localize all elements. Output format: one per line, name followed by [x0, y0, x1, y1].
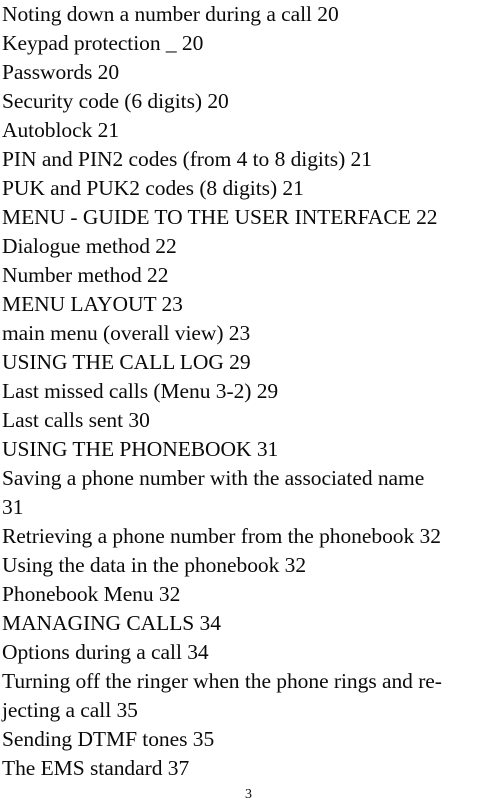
toc-entry[interactable]: Keypad protection _ 20 — [2, 29, 503, 58]
toc-entry[interactable]: Using the data in the phonebook 32 — [2, 551, 503, 580]
toc-entry[interactable]: jecting a call 35 — [2, 696, 503, 725]
document-page: Noting down a number during a call 20 Key… — [0, 0, 503, 808]
toc-entry[interactable]: Turning off the ringer when the phone ri… — [2, 667, 503, 696]
table-of-contents-list: Noting down a number during a call 20 Key… — [2, 0, 503, 783]
toc-entry[interactable]: PUK and PUK2 codes (8 digits) 21 — [2, 174, 503, 203]
toc-entry[interactable]: Retrieving a phone number from the phone… — [2, 522, 503, 551]
toc-entry[interactable]: USING THE CALL LOG 29 — [2, 348, 503, 377]
toc-entry[interactable]: MENU LAYOUT 23 — [2, 290, 503, 319]
toc-entry[interactable]: The EMS standard 37 — [2, 754, 503, 783]
toc-entry[interactable]: Saving a phone number with the associate… — [2, 464, 503, 493]
toc-entry[interactable]: MENU - GUIDE TO THE USER INTERFACE 22 — [2, 203, 503, 232]
toc-entry[interactable]: Phonebook Menu 32 — [2, 580, 503, 609]
toc-entry[interactable]: PIN and PIN2 codes (from 4 to 8 digits) … — [2, 145, 503, 174]
toc-entry[interactable]: Last missed calls (Menu 3-2) 29 — [2, 377, 503, 406]
page-number: 3 — [245, 787, 252, 802]
toc-entry[interactable]: Security code (6 digits) 20 — [2, 87, 503, 116]
toc-entry[interactable]: Options during a call 34 — [2, 638, 503, 667]
toc-entry[interactable]: 31 — [2, 493, 503, 522]
toc-entry[interactable]: Autoblock 21 — [2, 116, 503, 145]
toc-entry[interactable]: Number method 22 — [2, 261, 503, 290]
toc-entry[interactable]: Dialogue method 22 — [2, 232, 503, 261]
toc-entry[interactable]: Sending DTMF tones 35 — [2, 725, 503, 754]
toc-entry[interactable]: USING THE PHONEBOOK 31 — [2, 435, 503, 464]
toc-entry[interactable]: main menu (overall view) 23 — [2, 319, 503, 348]
toc-entry[interactable]: Noting down a number during a call 20 — [2, 0, 503, 29]
toc-entry[interactable]: MANAGING CALLS 34 — [2, 609, 503, 638]
toc-entry[interactable]: Passwords 20 — [2, 58, 503, 87]
toc-entry[interactable]: Last calls sent 30 — [2, 406, 503, 435]
